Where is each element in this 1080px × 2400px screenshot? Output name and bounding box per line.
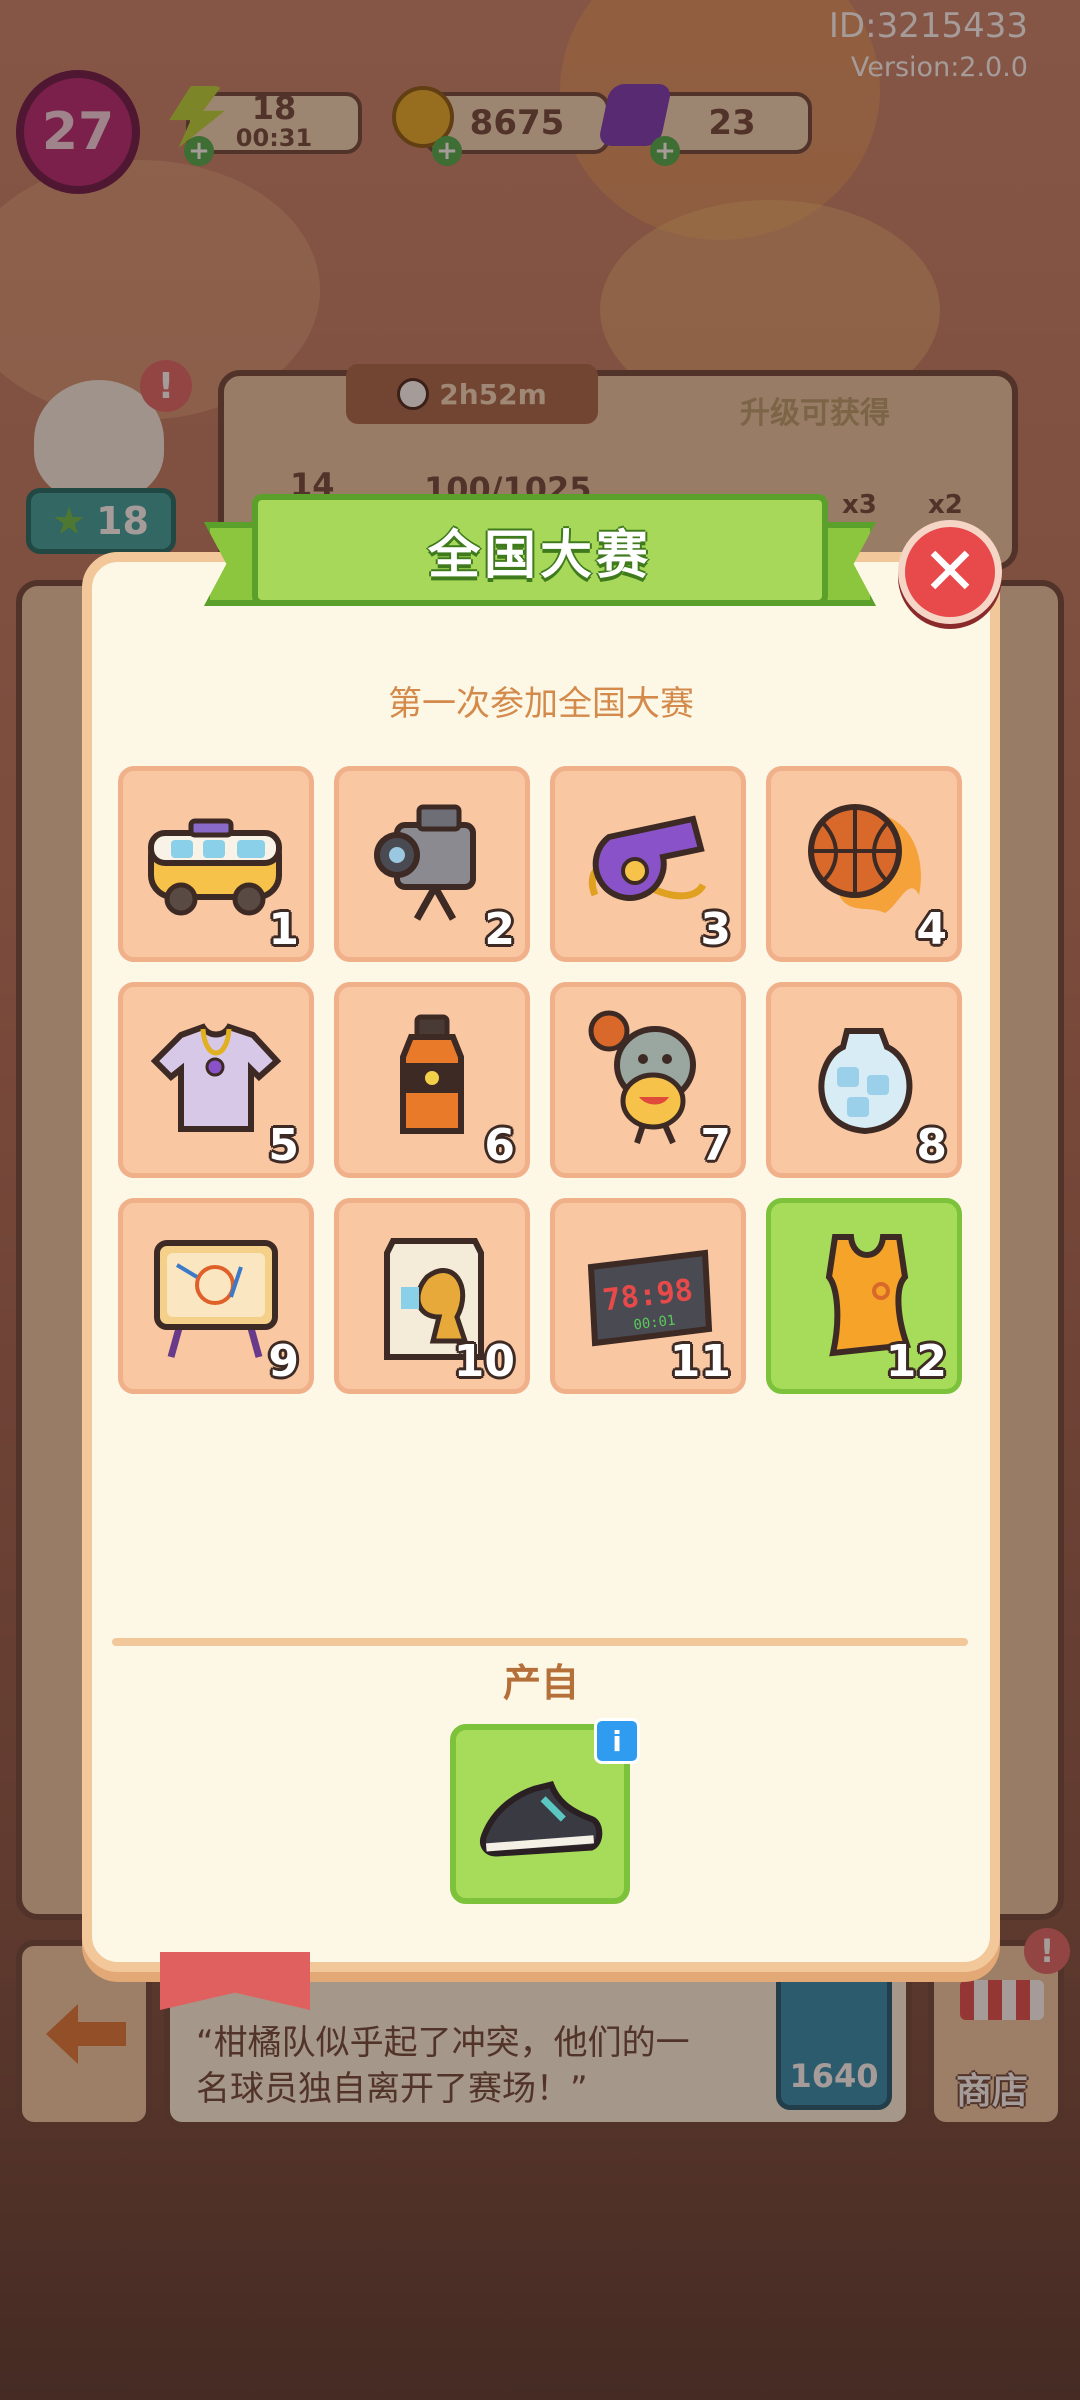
item-tile-4[interactable]: 4 bbox=[766, 766, 962, 962]
item-number: 11 bbox=[669, 1336, 731, 1387]
item-tile-11[interactable]: 78:98 00:01 11 bbox=[550, 1198, 746, 1394]
item-number: 10 bbox=[453, 1336, 515, 1387]
item-tile-3[interactable]: 3 bbox=[550, 766, 746, 962]
item-tile-12[interactable]: 12 bbox=[766, 1198, 962, 1394]
item-tile-8[interactable]: 8 bbox=[766, 982, 962, 1178]
banner-main: 全国大赛 bbox=[252, 494, 828, 606]
item-tile-10[interactable]: 10 bbox=[334, 1198, 530, 1394]
item-number: 2 bbox=[484, 904, 515, 955]
item-number: 5 bbox=[268, 1120, 299, 1171]
item-tile-6[interactable]: 6 bbox=[334, 982, 530, 1178]
item-tile-7[interactable]: 7 bbox=[550, 982, 746, 1178]
item-number: 7 bbox=[700, 1120, 731, 1171]
dialog-title: 全国大赛 bbox=[427, 525, 652, 586]
item-number: 4 bbox=[916, 904, 947, 955]
item-tile-9[interactable]: 9 bbox=[118, 1198, 314, 1394]
dialog-subtitle: 第一次参加全国大赛 bbox=[388, 684, 694, 724]
section-divider bbox=[112, 1638, 968, 1646]
source-generator-tile[interactable]: i bbox=[450, 1718, 640, 1904]
item-number: 12 bbox=[885, 1336, 947, 1387]
close-button[interactable]: ✕ bbox=[898, 520, 1002, 624]
item-number: 6 bbox=[484, 1120, 515, 1171]
item-tile-2[interactable]: 2 bbox=[334, 766, 530, 962]
close-icon: ✕ bbox=[922, 533, 978, 610]
item-tile-1[interactable]: 1 bbox=[118, 766, 314, 962]
source-label: 产自 bbox=[502, 1661, 579, 1705]
item-tile-5[interactable]: 5 bbox=[118, 982, 314, 1178]
info-icon[interactable]: i bbox=[594, 1718, 640, 1764]
item-number: 9 bbox=[268, 1336, 299, 1387]
dialog-title-banner: 全国大赛 bbox=[204, 494, 876, 614]
item-chain-grid: 1 2 3 4 5 6 7 8 9 10 78:98 00:01 11 12 bbox=[118, 766, 966, 1394]
item-number: 8 bbox=[916, 1120, 947, 1171]
sneaker-icon bbox=[479, 1781, 603, 1857]
item-number: 1 bbox=[268, 904, 299, 955]
item-number: 3 bbox=[700, 904, 731, 955]
